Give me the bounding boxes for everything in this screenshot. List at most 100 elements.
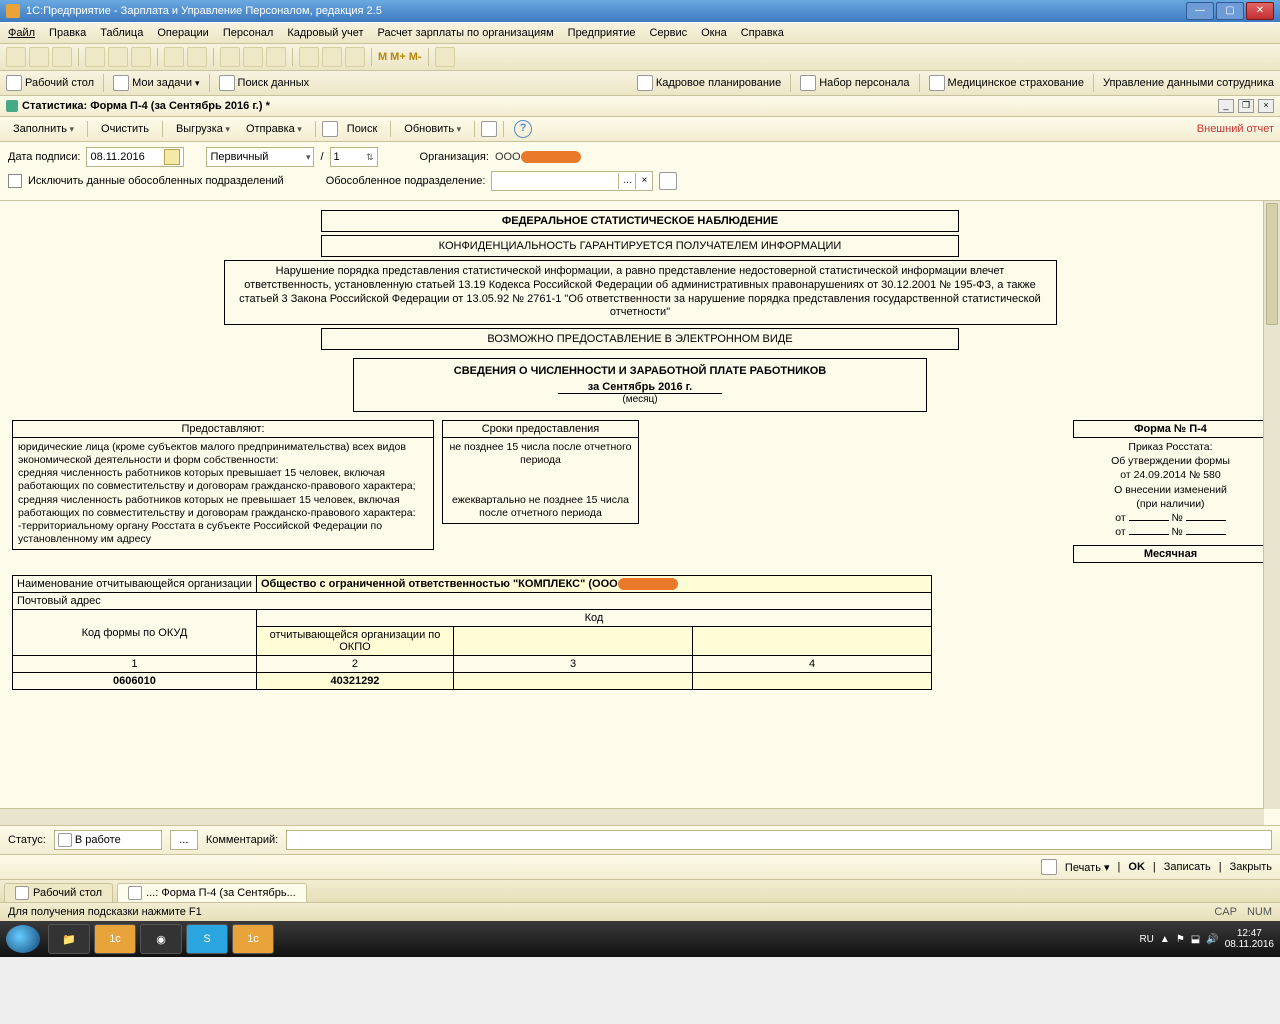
tb-mplus-icon[interactable]: M+ — [390, 51, 406, 63]
doc-header: Статистика: Форма П-4 (за Сентябрь 2016 … — [0, 96, 1280, 117]
num-spinner[interactable]: 1 — [330, 147, 378, 167]
tb-open-icon[interactable] — [29, 47, 49, 67]
doc-title: Статистика: Форма П-4 (за Сентябрь 2016 … — [22, 100, 270, 112]
tb-paste-icon[interactable] — [131, 47, 151, 67]
nav-upr[interactable]: Управление данными сотрудника — [1103, 77, 1274, 89]
status-bar: Статус: В работе ... Комментарий: — [0, 825, 1280, 854]
obos-dots-button[interactable]: … — [618, 173, 635, 189]
status-combo[interactable]: В работе — [54, 830, 162, 850]
tb-misc1-icon[interactable] — [299, 47, 319, 67]
save-button[interactable]: Записать — [1164, 861, 1211, 873]
nav-search[interactable]: Поиск данных — [219, 75, 310, 91]
vertical-scrollbar[interactable] — [1263, 201, 1280, 809]
nav-desktop[interactable]: Рабочий стол — [6, 75, 94, 91]
nav-nabor[interactable]: Набор персонала — [800, 75, 909, 91]
menu-windows[interactable]: Окна — [701, 27, 727, 39]
tb-misc3-icon[interactable] — [345, 47, 365, 67]
explorer-icon[interactable]: 📁 — [48, 924, 90, 954]
org-label: Организация: — [420, 151, 489, 163]
tab-desktop[interactable]: Рабочий стол — [4, 883, 113, 902]
menu-file[interactable]: Файл — [8, 27, 35, 39]
med-icon — [929, 75, 945, 91]
type-combo[interactable]: Первичный — [206, 147, 314, 167]
close-doc-button[interactable]: Закрыть — [1230, 861, 1272, 873]
doc-min-button[interactable]: _ — [1218, 99, 1234, 113]
tab-form[interactable]: ...: Форма П-4 (за Сентябрь... — [117, 883, 307, 902]
tb-calendar-icon[interactable] — [243, 47, 263, 67]
tray-sound-icon[interactable]: 🔊 — [1206, 934, 1218, 945]
tasks-icon — [113, 75, 129, 91]
send-button[interactable]: Отправка — [239, 120, 309, 138]
obos-search-icon[interactable] — [659, 172, 677, 190]
obos-input[interactable]: … × — [491, 171, 653, 191]
ext-report-label: Внешний отчет — [1197, 123, 1274, 135]
skype-icon[interactable]: S — [186, 924, 228, 954]
export-button[interactable]: Выгрузка — [169, 120, 237, 138]
menu-personal[interactable]: Персонал — [223, 27, 274, 39]
tb-undo-icon[interactable] — [164, 47, 184, 67]
fill-button[interactable]: Заполнить — [6, 120, 81, 138]
ok-button[interactable]: OK — [1128, 861, 1145, 873]
comment-input[interactable] — [286, 830, 1272, 850]
date-input[interactable]: 08.11.2016 — [86, 147, 184, 167]
menu-salary[interactable]: Расчет зарплаты по организациям — [377, 27, 553, 39]
obos-clear-button[interactable]: × — [635, 173, 652, 189]
chrome-icon[interactable]: ◉ — [140, 924, 182, 954]
tb-cut-icon[interactable] — [85, 47, 105, 67]
org-cell[interactable]: Общество с ограниченной ответственностью… — [256, 576, 931, 593]
terms-block: Сроки предоставления не позднее 15 числа… — [442, 420, 639, 524]
form-side: Форма № П-4 Приказ Росстата: Об утвержде… — [1073, 420, 1268, 565]
tb-new-icon[interactable] — [6, 47, 26, 67]
tb-help-icon[interactable] — [266, 47, 286, 67]
close-button[interactable]: ✕ — [1246, 2, 1274, 20]
tb-redo-icon[interactable] — [187, 47, 207, 67]
minimize-button[interactable]: — — [1186, 2, 1214, 20]
nav-kadr[interactable]: Кадровое планирование — [637, 75, 781, 91]
print-button[interactable]: Печать ▾ — [1065, 861, 1110, 874]
horizontal-scrollbar[interactable] — [0, 808, 1264, 825]
tb-copy-icon[interactable] — [108, 47, 128, 67]
find-button[interactable]: Поиск — [340, 120, 384, 138]
doc-restore-button[interactable]: ❐ — [1238, 99, 1254, 113]
params-panel: Дата подписи: 08.11.2016 Первичный / 1 О… — [0, 142, 1280, 201]
doc-close-button[interactable]: × — [1258, 99, 1274, 113]
menu-help[interactable]: Справка — [741, 27, 784, 39]
menu-ops[interactable]: Операции — [157, 27, 208, 39]
flag-icon — [58, 833, 72, 847]
okpo-cell[interactable]: 40321292 — [256, 673, 453, 690]
report-area: ФЕДЕРАЛЬНОЕ СТАТИСТИЧЕСКОЕ НАБЛЮДЕНИЕ КО… — [0, 201, 1280, 825]
menu-table[interactable]: Таблица — [100, 27, 143, 39]
footer-bar: Печать ▾ | OK | Записать | Закрыть — [0, 854, 1280, 879]
nav-tasks[interactable]: Мои задачи▾ — [113, 75, 199, 91]
tray-time[interactable]: 12:47 — [1225, 928, 1274, 939]
tb-save-icon[interactable] — [52, 47, 72, 67]
tb-calc-icon[interactable] — [220, 47, 240, 67]
1c-icon[interactable]: 1c — [94, 924, 136, 954]
tb-misc2-icon[interactable] — [322, 47, 342, 67]
refresh-button[interactable]: Обновить — [397, 120, 468, 138]
menu-enterprise[interactable]: Предприятие — [568, 27, 636, 39]
tray-up-icon[interactable]: ▲ — [1160, 934, 1170, 945]
tray-date[interactable]: 08.11.2016 — [1225, 939, 1274, 950]
tb-last-icon[interactable] — [435, 47, 455, 67]
tray-net-icon[interactable]: ⬓ — [1191, 934, 1200, 945]
clear-button[interactable]: Очистить — [94, 120, 156, 138]
start-button[interactable] — [6, 925, 40, 953]
status-dots-button[interactable]: ... — [170, 830, 198, 850]
menu-service[interactable]: Сервис — [649, 27, 687, 39]
help-icon[interactable]: ? — [514, 120, 532, 138]
tray-flag-icon[interactable]: ⚑ — [1176, 934, 1185, 945]
nav-toolbar: Рабочий стол Мои задачи▾ Поиск данных Ка… — [0, 71, 1280, 96]
nav-med[interactable]: Медицинское страхование — [929, 75, 1084, 91]
window-titlebar: 1С:Предприятие - Зарплата и Управление П… — [0, 0, 1280, 22]
menu-kadr[interactable]: Кадровый учет — [287, 27, 363, 39]
calendar-icon[interactable] — [164, 149, 180, 165]
exclude-checkbox[interactable] — [8, 174, 22, 188]
1c-icon-2[interactable]: 1c — [232, 924, 274, 954]
menu-edit[interactable]: Правка — [49, 27, 86, 39]
maximize-button[interactable]: ▢ — [1216, 2, 1244, 20]
tb-mminus-icon[interactable]: M- — [409, 51, 422, 63]
tb-m-icon[interactable]: M — [378, 51, 387, 63]
tray-lang[interactable]: RU — [1139, 934, 1153, 945]
settings-icon[interactable] — [481, 121, 497, 137]
